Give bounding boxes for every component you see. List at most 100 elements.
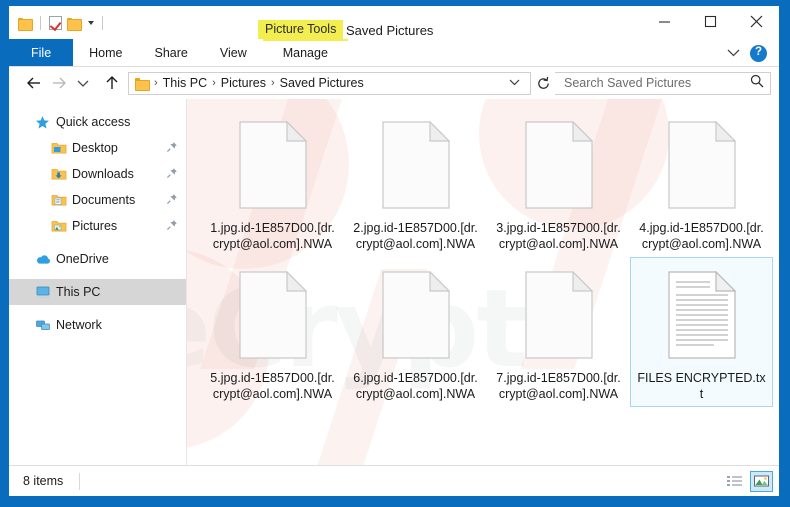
sidebar-label: Network: [56, 318, 102, 332]
text-file-icon: [667, 264, 736, 366]
sidebar-label: Quick access: [56, 115, 131, 129]
search-input[interactable]: [564, 76, 750, 90]
title-bar: Picture Tools Saved Pictures: [9, 6, 779, 40]
tab-share[interactable]: Share: [139, 39, 204, 66]
desktop-folder-icon: [51, 141, 72, 155]
sidebar-label: This PC: [56, 285, 101, 299]
refresh-icon[interactable]: [532, 76, 554, 91]
status-bar: 8 items: [9, 465, 779, 496]
back-button[interactable]: [23, 71, 46, 95]
sidebar-item-network[interactable]: Network: [9, 312, 186, 338]
pin-icon[interactable]: [166, 141, 178, 156]
cloud-icon: [35, 253, 56, 266]
minimize-button[interactable]: [641, 6, 687, 37]
ribbon-tabs: File Home Share View Manage ?: [9, 39, 779, 67]
blank-file-icon: [524, 264, 593, 366]
star-icon: [35, 115, 56, 130]
file-name: 6.jpg.id-1E857D00.[dr.crypt@aol.com].NWA: [353, 371, 478, 401]
breadcrumb-item-pictures[interactable]: Pictures: [217, 76, 270, 90]
tab-home[interactable]: Home: [73, 39, 138, 66]
file-item[interactable]: 4.jpg.id-1E857D00.[dr.crypt@aol.com].NWA: [630, 107, 773, 257]
blank-file-icon: [524, 114, 593, 216]
tab-file[interactable]: File: [9, 39, 74, 66]
item-count: 8 items: [23, 474, 64, 488]
quick-access-toolbar: [9, 15, 106, 31]
file-item-selected[interactable]: FILES ENCRYPTED.txt: [630, 257, 773, 407]
blank-file-icon: [238, 264, 307, 366]
file-item[interactable]: 2.jpg.id-1E857D00.[dr.crypt@aol.com].NWA: [344, 107, 487, 257]
explorer-window: Picture Tools Saved Pictures File Home S…: [8, 5, 780, 497]
new-folder-icon[interactable]: [67, 17, 82, 31]
toolbar-separator: [40, 15, 41, 30]
folder-icon[interactable]: [18, 17, 33, 31]
sidebar-label: OneDrive: [56, 252, 109, 266]
file-item[interactable]: 5.jpg.id-1E857D00.[dr.crypt@aol.com].NWA: [201, 257, 344, 407]
recent-locations-button[interactable]: [71, 71, 94, 95]
sidebar-item-pictures[interactable]: Pictures: [9, 213, 186, 239]
explorer-body: FileCrypt Quick access Desktop: [9, 99, 779, 465]
help-icon[interactable]: ?: [750, 44, 767, 62]
maximize-button[interactable]: [687, 6, 733, 37]
sidebar-label: Documents: [72, 193, 136, 207]
pictures-folder-icon: [51, 219, 72, 233]
file-item[interactable]: 7.jpg.id-1E857D00.[dr.crypt@aol.com].NWA: [487, 257, 630, 407]
tab-view[interactable]: View: [204, 39, 263, 66]
sidebar-item-downloads[interactable]: Downloads: [9, 161, 186, 187]
file-item[interactable]: 1.jpg.id-1E857D00.[dr.crypt@aol.com].NWA: [201, 107, 344, 257]
picture-tools-label: Picture Tools: [258, 20, 344, 40]
details-view-button[interactable]: [723, 471, 746, 492]
file-item[interactable]: 6.jpg.id-1E857D00.[dr.crypt@aol.com].NWA: [344, 257, 487, 407]
sidebar-label: Downloads: [72, 167, 134, 181]
file-list[interactable]: 1.jpg.id-1E857D00.[dr.crypt@aol.com].NWA…: [187, 99, 779, 465]
sidebar-item-quick-access[interactable]: Quick access: [9, 109, 186, 135]
close-button[interactable]: [733, 6, 779, 37]
file-name: 5.jpg.id-1E857D00.[dr.crypt@aol.com].NWA: [210, 371, 335, 401]
blank-file-icon: [381, 114, 450, 216]
documents-folder-icon: [51, 193, 72, 207]
breadcrumb-item-this-pc[interactable]: This PC: [159, 76, 211, 90]
sidebar-item-this-pc[interactable]: This PC: [9, 279, 186, 305]
toolbar-separator: [102, 15, 103, 30]
navigation-pane: Quick access Desktop Downloads Documents…: [9, 99, 187, 465]
breadcrumb-folder-icon: [135, 77, 150, 91]
pin-icon[interactable]: [166, 219, 178, 234]
blank-file-icon: [238, 114, 307, 216]
file-name: 3.jpg.id-1E857D00.[dr.crypt@aol.com].NWA: [496, 221, 621, 251]
view-mode-buttons: [723, 470, 773, 492]
properties-icon[interactable]: [49, 15, 62, 30]
tab-manage[interactable]: Manage: [262, 39, 349, 66]
file-name: FILES ENCRYPTED.txt: [637, 371, 766, 401]
file-name: 7.jpg.id-1E857D00.[dr.crypt@aol.com].NWA: [496, 371, 621, 401]
window-title: Saved Pictures: [346, 23, 434, 38]
large-icons-view-button[interactable]: [750, 470, 773, 492]
search-box[interactable]: [555, 71, 771, 95]
file-name: 1.jpg.id-1E857D00.[dr.crypt@aol.com].NWA: [210, 221, 335, 251]
customize-caret-icon[interactable]: [88, 20, 94, 25]
breadcrumb-chevron-down-icon[interactable]: [505, 78, 526, 89]
blank-file-icon: [667, 114, 736, 216]
network-icon: [35, 318, 56, 332]
file-item[interactable]: 3.jpg.id-1E857D00.[dr.crypt@aol.com].NWA: [487, 107, 630, 257]
breadcrumb[interactable]: › This PC › Pictures › Saved Pictures: [128, 71, 531, 95]
collapse-ribbon-icon[interactable]: [727, 44, 740, 62]
pin-icon[interactable]: [166, 167, 178, 182]
sidebar-item-onedrive[interactable]: OneDrive: [9, 246, 186, 272]
sidebar-label: Pictures: [72, 219, 118, 233]
breadcrumb-item-saved-pictures[interactable]: Saved Pictures: [276, 76, 368, 90]
computer-icon: [35, 285, 56, 299]
downloads-folder-icon: [51, 167, 72, 181]
search-icon[interactable]: [750, 74, 764, 93]
file-name: 2.jpg.id-1E857D00.[dr.crypt@aol.com].NWA: [353, 221, 478, 251]
sidebar-item-documents[interactable]: Documents: [9, 187, 186, 213]
window-controls: [641, 6, 779, 37]
ribbon-right-controls: ?: [727, 39, 773, 67]
status-divider: [79, 472, 81, 490]
up-button[interactable]: [100, 71, 123, 95]
pin-icon[interactable]: [166, 193, 178, 208]
sidebar-item-desktop[interactable]: Desktop: [9, 135, 186, 161]
forward-button[interactable]: [47, 71, 70, 95]
address-bar: › This PC › Pictures › Saved Pictures: [9, 67, 779, 99]
file-name: 4.jpg.id-1E857D00.[dr.crypt@aol.com].NWA: [639, 221, 764, 251]
sidebar-label: Desktop: [72, 141, 118, 155]
blank-file-icon: [381, 264, 450, 366]
